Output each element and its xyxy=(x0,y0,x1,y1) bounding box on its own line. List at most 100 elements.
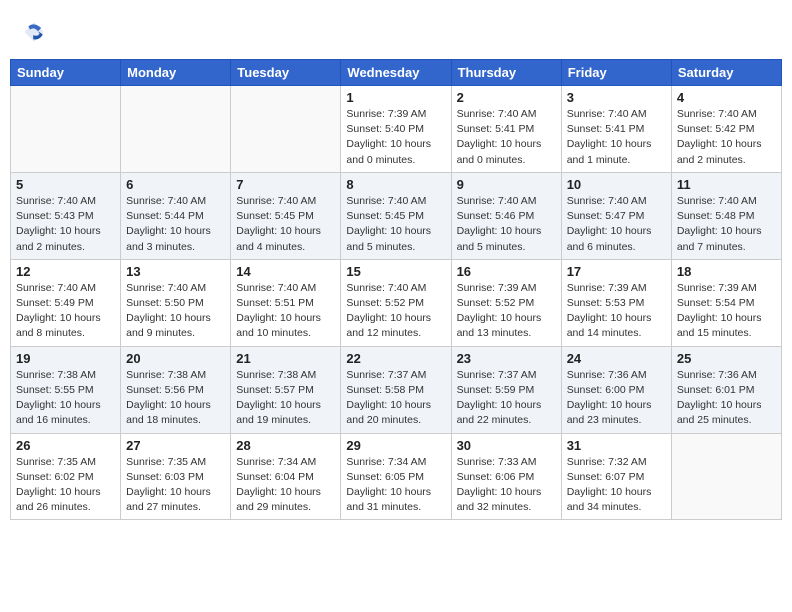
day-number: 17 xyxy=(567,264,666,279)
day-number: 11 xyxy=(677,177,776,192)
day-number: 1 xyxy=(346,90,445,105)
day-number: 23 xyxy=(457,351,556,366)
weekday-header-sunday: Sunday xyxy=(11,60,121,86)
day-info: Sunrise: 7:39 AM Sunset: 5:52 PM Dayligh… xyxy=(457,281,556,342)
day-number: 18 xyxy=(677,264,776,279)
day-info: Sunrise: 7:40 AM Sunset: 5:46 PM Dayligh… xyxy=(457,194,556,255)
day-info: Sunrise: 7:35 AM Sunset: 6:02 PM Dayligh… xyxy=(16,455,115,516)
calendar-week-5: 26Sunrise: 7:35 AM Sunset: 6:02 PM Dayli… xyxy=(11,433,782,520)
calendar-cell xyxy=(231,86,341,173)
calendar-week-1: 1 Sunrise: 7:39 AM Sunset: 5:40 PM Daylig… xyxy=(11,86,782,173)
calendar-cell: 17 Sunrise: 7:39 AM Sunset: 5:53 PM Dayli… xyxy=(561,259,671,346)
day-number: 9 xyxy=(457,177,556,192)
calendar-cell: 27 Sunrise: 7:35 AM Sunset: 6:03 PM Dayli… xyxy=(121,433,231,520)
day-info: Sunrise: 7:36 AM Sunset: 6:00 PM Dayligh… xyxy=(567,368,666,429)
day-number: 14 xyxy=(236,264,335,279)
day-number: 30 xyxy=(457,438,556,453)
calendar-cell: 31 Sunrise: 7:32 AM Sunset: 6:07 PM Dayli… xyxy=(561,433,671,520)
calendar-cell: 14 Sunrise: 7:40 AM Sunset: 5:51 PM Dayli… xyxy=(231,259,341,346)
logo xyxy=(20,20,46,49)
day-number: 15 xyxy=(346,264,445,279)
day-info: Sunrise: 7:39 AM Sunset: 5:40 PM Dayligh… xyxy=(346,107,445,168)
weekday-header-row: SundayMondayTuesdayWednesdayThursdayFrid… xyxy=(11,60,782,86)
day-info: Sunrise: 7:35 AM Sunset: 6:03 PM Dayligh… xyxy=(126,455,225,516)
calendar-cell: 13 Sunrise: 7:40 AM Sunset: 5:50 PM Dayli… xyxy=(121,259,231,346)
day-info: Sunrise: 7:38 AM Sunset: 5:57 PM Dayligh… xyxy=(236,368,335,429)
weekday-header-wednesday: Wednesday xyxy=(341,60,451,86)
calendar-cell: 10 Sunrise: 7:40 AM Sunset: 5:47 PM Dayli… xyxy=(561,172,671,259)
calendar-cell: 1 Sunrise: 7:39 AM Sunset: 5:40 PM Daylig… xyxy=(341,86,451,173)
calendar-cell: 5Sunrise: 7:40 AM Sunset: 5:43 PM Daylig… xyxy=(11,172,121,259)
day-number: 10 xyxy=(567,177,666,192)
day-number: 4 xyxy=(677,90,776,105)
calendar-cell: 2Sunrise: 7:40 AM Sunset: 5:41 PM Daylig… xyxy=(451,86,561,173)
day-number: 25 xyxy=(677,351,776,366)
day-info: Sunrise: 7:32 AM Sunset: 6:07 PM Dayligh… xyxy=(567,455,666,516)
day-number: 21 xyxy=(236,351,335,366)
day-info: Sunrise: 7:37 AM Sunset: 5:58 PM Dayligh… xyxy=(346,368,445,429)
day-number: 2 xyxy=(457,90,556,105)
day-info: Sunrise: 7:40 AM Sunset: 5:44 PM Dayligh… xyxy=(126,194,225,255)
calendar-cell: 19Sunrise: 7:38 AM Sunset: 5:55 PM Dayli… xyxy=(11,346,121,433)
day-number: 6 xyxy=(126,177,225,192)
calendar-body: 1 Sunrise: 7:39 AM Sunset: 5:40 PM Daylig… xyxy=(11,86,782,520)
calendar-week-2: 5Sunrise: 7:40 AM Sunset: 5:43 PM Daylig… xyxy=(11,172,782,259)
calendar-cell: 12 Sunrise: 7:40 AM Sunset: 5:49 PM Dayli… xyxy=(11,259,121,346)
calendar-cell: 11 Sunrise: 7:40 AM Sunset: 5:48 PM Dayli… xyxy=(671,172,781,259)
calendar-cell: 21 Sunrise: 7:38 AM Sunset: 5:57 PM Dayli… xyxy=(231,346,341,433)
calendar-cell: 9 Sunrise: 7:40 AM Sunset: 5:46 PM Daylig… xyxy=(451,172,561,259)
day-number: 19 xyxy=(16,351,115,366)
calendar-cell: 6 Sunrise: 7:40 AM Sunset: 5:44 PM Daylig… xyxy=(121,172,231,259)
calendar-cell: 18 Sunrise: 7:39 AM Sunset: 5:54 PM Dayli… xyxy=(671,259,781,346)
calendar-cell: 30 Sunrise: 7:33 AM Sunset: 6:06 PM Dayli… xyxy=(451,433,561,520)
calendar-week-3: 12 Sunrise: 7:40 AM Sunset: 5:49 PM Dayli… xyxy=(11,259,782,346)
day-number: 27 xyxy=(126,438,225,453)
weekday-header-tuesday: Tuesday xyxy=(231,60,341,86)
day-info: Sunrise: 7:40 AM Sunset: 5:47 PM Dayligh… xyxy=(567,194,666,255)
day-number: 24 xyxy=(567,351,666,366)
day-info: Sunrise: 7:38 AM Sunset: 5:56 PM Dayligh… xyxy=(126,368,225,429)
day-info: Sunrise: 7:40 AM Sunset: 5:50 PM Dayligh… xyxy=(126,281,225,342)
calendar-cell: 3Sunrise: 7:40 AM Sunset: 5:41 PM Daylig… xyxy=(561,86,671,173)
calendar-cell: 23 Sunrise: 7:37 AM Sunset: 5:59 PM Dayli… xyxy=(451,346,561,433)
day-number: 5 xyxy=(16,177,115,192)
calendar-cell: 22 Sunrise: 7:37 AM Sunset: 5:58 PM Dayli… xyxy=(341,346,451,433)
day-number: 22 xyxy=(346,351,445,366)
day-info: Sunrise: 7:40 AM Sunset: 5:48 PM Dayligh… xyxy=(677,194,776,255)
day-info: Sunrise: 7:40 AM Sunset: 5:52 PM Dayligh… xyxy=(346,281,445,342)
day-info: Sunrise: 7:34 AM Sunset: 6:04 PM Dayligh… xyxy=(236,455,335,516)
day-info: Sunrise: 7:40 AM Sunset: 5:51 PM Dayligh… xyxy=(236,281,335,342)
calendar-cell xyxy=(11,86,121,173)
day-info: Sunrise: 7:40 AM Sunset: 5:49 PM Dayligh… xyxy=(16,281,115,342)
day-number: 29 xyxy=(346,438,445,453)
day-number: 20 xyxy=(126,351,225,366)
day-info: Sunrise: 7:37 AM Sunset: 5:59 PM Dayligh… xyxy=(457,368,556,429)
day-info: Sunrise: 7:40 AM Sunset: 5:42 PM Dayligh… xyxy=(677,107,776,168)
calendar-cell: 4 Sunrise: 7:40 AM Sunset: 5:42 PM Daylig… xyxy=(671,86,781,173)
calendar-cell: 16 Sunrise: 7:39 AM Sunset: 5:52 PM Dayli… xyxy=(451,259,561,346)
day-number: 12 xyxy=(16,264,115,279)
weekday-header-friday: Friday xyxy=(561,60,671,86)
calendar-cell: 20 Sunrise: 7:38 AM Sunset: 5:56 PM Dayli… xyxy=(121,346,231,433)
calendar-cell: 25Sunrise: 7:36 AM Sunset: 6:01 PM Dayli… xyxy=(671,346,781,433)
day-info: Sunrise: 7:33 AM Sunset: 6:06 PM Dayligh… xyxy=(457,455,556,516)
weekday-header-monday: Monday xyxy=(121,60,231,86)
day-info: Sunrise: 7:39 AM Sunset: 5:54 PM Dayligh… xyxy=(677,281,776,342)
day-info: Sunrise: 7:39 AM Sunset: 5:53 PM Dayligh… xyxy=(567,281,666,342)
day-number: 3 xyxy=(567,90,666,105)
day-number: 8 xyxy=(346,177,445,192)
calendar-table: SundayMondayTuesdayWednesdayThursdayFrid… xyxy=(10,59,782,520)
day-number: 31 xyxy=(567,438,666,453)
day-number: 7 xyxy=(236,177,335,192)
page-header xyxy=(10,10,782,54)
day-number: 16 xyxy=(457,264,556,279)
day-info: Sunrise: 7:40 AM Sunset: 5:45 PM Dayligh… xyxy=(346,194,445,255)
day-number: 13 xyxy=(126,264,225,279)
day-info: Sunrise: 7:34 AM Sunset: 6:05 PM Dayligh… xyxy=(346,455,445,516)
calendar-cell: 26Sunrise: 7:35 AM Sunset: 6:02 PM Dayli… xyxy=(11,433,121,520)
calendar-cell: 7Sunrise: 7:40 AM Sunset: 5:45 PM Daylig… xyxy=(231,172,341,259)
weekday-header-saturday: Saturday xyxy=(671,60,781,86)
calendar-cell xyxy=(671,433,781,520)
weekday-header-thursday: Thursday xyxy=(451,60,561,86)
day-number: 28 xyxy=(236,438,335,453)
